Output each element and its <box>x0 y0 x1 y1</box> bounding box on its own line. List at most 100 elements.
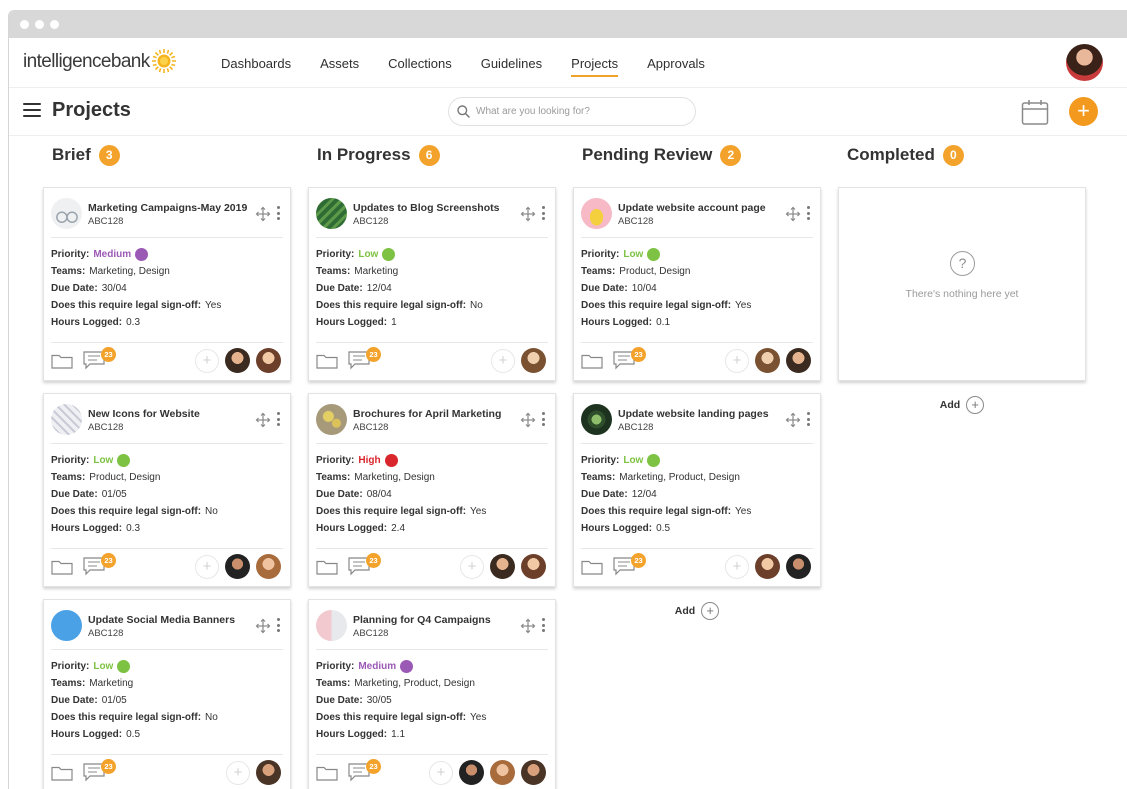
legal-value: Yes <box>735 300 752 311</box>
add-project-button[interactable]: + <box>1069 97 1098 126</box>
assignee-avatar[interactable] <box>256 554 281 579</box>
assignee-avatar[interactable] <box>755 348 780 373</box>
more-options-icon[interactable] <box>542 206 546 220</box>
folder-icon[interactable] <box>316 559 338 580</box>
priority-value: Low <box>623 455 644 466</box>
nav-dashboards[interactable]: Dashboards <box>221 38 291 88</box>
logo[interactable]: intelligencebank <box>23 49 177 74</box>
teams-label: Teams: <box>581 266 616 277</box>
add-assignee-button[interactable]: + <box>195 348 219 373</box>
move-icon[interactable] <box>520 618 536 639</box>
assignee-avatar[interactable] <box>225 554 250 579</box>
move-icon[interactable] <box>255 618 271 639</box>
window-zoom-dot[interactable] <box>50 20 59 29</box>
nav-assets[interactable]: Assets <box>320 38 359 88</box>
project-card[interactable]: Brochures for April Marketing ABC128 Prior… <box>308 393 556 587</box>
more-options-icon[interactable] <box>277 618 281 632</box>
project-card[interactable]: Updates to Blog Screenshots ABC128 Priorit… <box>308 187 556 381</box>
assignee-avatar[interactable] <box>755 554 780 579</box>
assignee-avatar[interactable] <box>521 760 546 785</box>
project-card[interactable]: Update website account page ABC128 Priorit… <box>573 187 821 381</box>
card-header: Update website landing pages ABC128 <box>581 404 813 444</box>
card-title[interactable]: Update website account page <box>618 202 766 214</box>
card-title[interactable]: Planning for Q4 Campaigns <box>353 614 491 626</box>
move-icon[interactable] <box>255 412 271 433</box>
more-options-icon[interactable] <box>542 618 546 632</box>
add-card-button[interactable]: Add + <box>838 396 1086 414</box>
move-icon[interactable] <box>520 412 536 433</box>
more-options-icon[interactable] <box>277 412 281 426</box>
project-card[interactable]: New Icons for Website ABC128 Priority: Low T… <box>43 393 291 587</box>
assignees: + <box>195 348 281 373</box>
project-card[interactable]: Update website landing pages ABC128 Priori… <box>573 393 821 587</box>
assignee-avatar[interactable] <box>521 554 546 579</box>
assignee-avatar[interactable] <box>256 760 281 785</box>
card-header: Planning for Q4 Campaigns ABC128 <box>316 610 548 650</box>
add-assignee-button[interactable]: + <box>429 760 453 785</box>
move-icon[interactable] <box>785 412 801 433</box>
add-assignee-button[interactable]: + <box>460 554 484 579</box>
add-card-button[interactable]: Add + <box>573 602 821 620</box>
assignees: + <box>491 348 546 373</box>
folder-icon[interactable] <box>581 353 603 374</box>
menu-icon[interactable] <box>23 103 41 117</box>
folder-icon[interactable] <box>51 765 73 786</box>
card-title[interactable]: Updates to Blog Screenshots <box>353 202 499 214</box>
nav-approvals[interactable]: Approvals <box>647 38 705 88</box>
project-card[interactable]: Update Social Media Banners ABC128 Priorit… <box>43 599 291 789</box>
window-minimize-dot[interactable] <box>35 20 44 29</box>
assignee-avatar[interactable] <box>521 348 546 373</box>
assignee-avatar[interactable] <box>786 348 811 373</box>
assignee-avatar[interactable] <box>225 348 250 373</box>
nav-guidelines[interactable]: Guidelines <box>481 38 542 88</box>
card-title[interactable]: Marketing Campaigns-May 2019 <box>88 202 247 214</box>
card-title[interactable]: Brochures for April Marketing <box>353 408 501 420</box>
hours-field: Hours Logged: 0.1 <box>581 314 751 331</box>
user-avatar[interactable] <box>1066 44 1103 81</box>
folder-icon[interactable] <box>581 559 603 580</box>
project-card[interactable]: Marketing Campaigns-May 2019 ABC128 Priori… <box>43 187 291 381</box>
legal-field: Does this require legal sign-off: Yes <box>316 503 486 520</box>
add-label: Add <box>939 399 961 411</box>
empty-state-text: There's nothing here yet <box>905 288 1019 300</box>
project-card[interactable]: Planning for Q4 Campaigns ABC128 Priority:… <box>308 599 556 789</box>
card-title[interactable]: Update website landing pages <box>618 408 769 420</box>
hours-label: Hours Logged: <box>51 317 123 328</box>
more-options-icon[interactable] <box>277 206 281 220</box>
assignee-avatar[interactable] <box>256 348 281 373</box>
move-icon[interactable] <box>785 206 801 227</box>
move-icon[interactable] <box>520 206 536 227</box>
hours-label: Hours Logged: <box>581 523 653 534</box>
empty-state-card: ? There's nothing here yet <box>838 187 1086 381</box>
window-close-dot[interactable] <box>20 20 29 29</box>
assignee-avatar[interactable] <box>490 760 515 785</box>
folder-icon[interactable] <box>51 353 73 374</box>
move-icon[interactable] <box>255 206 271 227</box>
search-box[interactable] <box>448 97 696 126</box>
card-fields: Priority: Medium Teams: Marketing, Design Du… <box>51 246 221 331</box>
add-assignee-button[interactable]: + <box>491 348 515 373</box>
assignee-avatar[interactable] <box>786 554 811 579</box>
add-assignee-button[interactable]: + <box>725 348 749 373</box>
folder-icon[interactable] <box>316 765 338 786</box>
legal-value: No <box>205 712 218 723</box>
folder-icon[interactable] <box>51 559 73 580</box>
nav-projects[interactable]: Projects <box>571 38 618 88</box>
assignee-avatar[interactable] <box>459 760 484 785</box>
legal-label: Does this require legal sign-off: <box>316 506 467 517</box>
add-assignee-button[interactable]: + <box>195 554 219 579</box>
card-title[interactable]: New Icons for Website <box>88 408 200 420</box>
card-header: New Icons for Website ABC128 <box>51 404 283 444</box>
legal-field: Does this require legal sign-off: Yes <box>581 503 751 520</box>
more-options-icon[interactable] <box>807 412 811 426</box>
more-options-icon[interactable] <box>807 206 811 220</box>
folder-icon[interactable] <box>316 353 338 374</box>
card-title[interactable]: Update Social Media Banners <box>88 614 235 626</box>
search-input[interactable] <box>476 106 676 117</box>
add-assignee-button[interactable]: + <box>725 554 749 579</box>
add-assignee-button[interactable]: + <box>226 760 250 785</box>
assignee-avatar[interactable] <box>490 554 515 579</box>
more-options-icon[interactable] <box>542 412 546 426</box>
calendar-icon[interactable] <box>1021 99 1049 126</box>
nav-collections[interactable]: Collections <box>388 38 452 88</box>
